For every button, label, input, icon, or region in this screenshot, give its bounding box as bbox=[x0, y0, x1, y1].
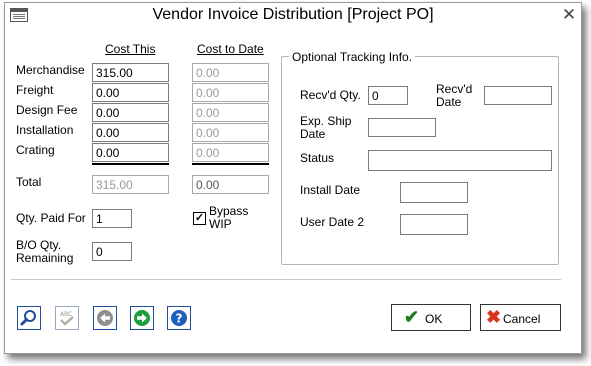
forward-button[interactable] bbox=[130, 306, 154, 330]
back-button[interactable] bbox=[93, 306, 117, 330]
help-icon: ? bbox=[171, 310, 187, 326]
design-fee-cost-to-date-field bbox=[192, 103, 269, 122]
subtotal-divider bbox=[92, 163, 169, 165]
spellcheck-icon: ABC bbox=[60, 311, 74, 326]
ok-button[interactable]: ✔ OK bbox=[391, 304, 471, 331]
total-label: Total bbox=[16, 175, 42, 189]
bypass-wip-checkbox[interactable]: ✓ bbox=[193, 212, 206, 225]
cancel-button[interactable]: ✖ Cancel bbox=[480, 304, 561, 331]
freight-cost-this-field[interactable] bbox=[92, 83, 169, 102]
total-cost-this-field bbox=[92, 175, 169, 194]
row-label-merchandise: Merchandise bbox=[16, 63, 85, 77]
back-arrow-icon bbox=[97, 310, 113, 326]
magnifier-icon bbox=[20, 310, 36, 326]
status-field[interactable] bbox=[368, 150, 552, 171]
recvd-qty-field[interactable] bbox=[368, 86, 408, 105]
status-label: Status bbox=[300, 151, 335, 165]
user-date-2-field[interactable] bbox=[400, 214, 468, 235]
install-date-field[interactable] bbox=[400, 182, 468, 203]
help-button[interactable]: ? bbox=[167, 306, 191, 330]
red-x-icon: ✖ bbox=[486, 307, 502, 327]
crating-cost-to-date-field bbox=[192, 143, 269, 162]
ok-button-label: OK bbox=[425, 312, 443, 326]
subtotal-divider bbox=[192, 163, 269, 165]
bo-qty-label: B/O Qty. Remaining bbox=[16, 238, 74, 265]
window-title: Vendor Invoice Distribution [Project PO] bbox=[152, 6, 434, 23]
forward-arrow-icon bbox=[134, 310, 150, 326]
exp-ship-date-field[interactable] bbox=[368, 118, 436, 137]
cancel-button-label: Cancel bbox=[503, 312, 541, 326]
crating-cost-this-field[interactable] bbox=[92, 143, 169, 162]
row-label-installation: Installation bbox=[16, 123, 74, 137]
merchandise-cost-to-date-field bbox=[192, 63, 269, 82]
qty-paid-field[interactable] bbox=[92, 209, 132, 228]
spellcheck-button[interactable]: ABC bbox=[55, 306, 79, 330]
row-label-freight: Freight bbox=[16, 83, 54, 97]
svg-text:?: ? bbox=[176, 312, 183, 326]
bo-qty-field[interactable] bbox=[92, 242, 132, 261]
bypass-wip-label: Bypass WIP bbox=[209, 204, 249, 231]
checkmark-icon: ✔ bbox=[404, 307, 420, 327]
row-label-design-fee: Design Fee bbox=[16, 103, 78, 117]
button-area-divider bbox=[11, 279, 561, 280]
tracking-group-legend: Optional Tracking Info. bbox=[289, 50, 416, 64]
merchandise-cost-this-field[interactable] bbox=[92, 63, 169, 82]
user-date-2-label: User Date 2 bbox=[300, 215, 365, 229]
qty-paid-label: Qty. Paid For bbox=[16, 211, 86, 225]
cost-to-date-header: Cost to Date bbox=[197, 42, 264, 56]
cost-this-header: Cost This bbox=[105, 42, 156, 56]
svg-text:ABC: ABC bbox=[60, 311, 72, 318]
recvd-qty-label: Recv'd Qty. bbox=[300, 88, 361, 102]
installation-cost-to-date-field bbox=[192, 123, 269, 142]
exp-ship-date-label: Exp. Ship Date bbox=[300, 114, 352, 141]
close-icon[interactable]: ✕ bbox=[559, 4, 579, 26]
design-fee-cost-this-field[interactable] bbox=[92, 103, 169, 122]
row-label-crating: Crating bbox=[16, 143, 55, 157]
recvd-date-field[interactable] bbox=[484, 86, 552, 105]
recvd-date-label: Recv'd Date bbox=[436, 82, 473, 109]
installation-cost-this-field[interactable] bbox=[92, 123, 169, 142]
total-cost-to-date-field bbox=[192, 175, 269, 194]
freight-cost-to-date-field bbox=[192, 83, 269, 102]
install-date-label: Install Date bbox=[300, 183, 361, 197]
search-button[interactable] bbox=[17, 306, 41, 330]
